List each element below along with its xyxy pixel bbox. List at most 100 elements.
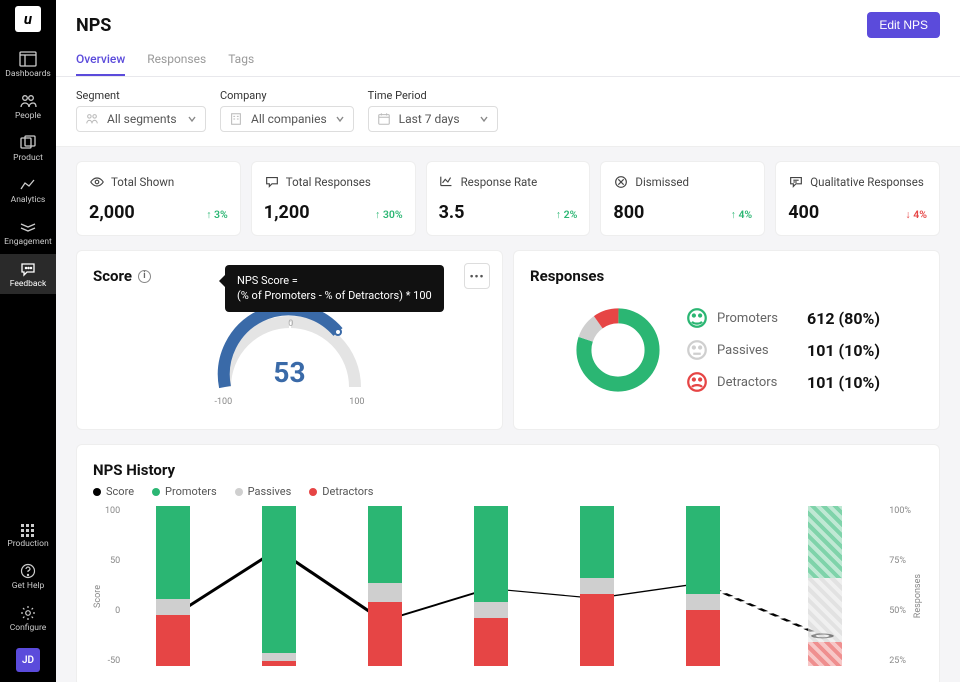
sidebar-item-configure[interactable]: Configure	[0, 598, 56, 638]
y-axis-left: 100500-50	[105, 506, 126, 666]
nav-label: Production	[7, 539, 48, 549]
score-panel: Score i NPS Score = (% of Promoters - % …	[76, 250, 503, 430]
gauge-mid: 0	[288, 319, 293, 329]
product-icon	[19, 135, 37, 151]
face-promoters-icon	[687, 308, 707, 328]
kpi-delta: ↓ 4%	[905, 208, 927, 221]
kpi-label: Response Rate	[461, 175, 538, 189]
nav-label: Feedback	[10, 279, 47, 289]
kpi-row: Total Shown 2,000↑ 3% Total Responses 1,…	[76, 161, 940, 236]
select-value: All segments	[107, 112, 177, 126]
kpi-label: Dismissed	[635, 175, 689, 189]
kpi-delta: ↑ 30%	[375, 208, 403, 221]
sidebar-item-engagement[interactable]: Engagement	[0, 212, 56, 252]
gauge-min: -100	[215, 397, 233, 407]
total-shown-icon	[89, 174, 105, 190]
nav-label: Product	[13, 153, 43, 163]
gauge-value: 53	[273, 356, 305, 389]
sidebar-item-feedback[interactable]: Feedback	[0, 254, 56, 294]
period-label: Time Period	[368, 89, 498, 102]
sidebar: u Dashboards People Product Analytics En…	[0, 0, 56, 682]
filter-bar: Segment All segments Company All compani…	[56, 77, 960, 147]
select-value: Last 7 days	[399, 112, 460, 126]
kpi-label: Total Responses	[286, 175, 371, 189]
response-value: 101 (10%)	[807, 341, 880, 360]
engagement-icon	[19, 219, 37, 235]
responses-panel: Responses Promoters 612 (80%) Passives 1…	[513, 250, 940, 430]
page-title: NPS	[76, 15, 111, 36]
chart-legend: Score Promoters Passives Detractors	[93, 485, 923, 498]
response-row-promoters: Promoters 612 (80%)	[687, 308, 880, 328]
kpi-label: Total Shown	[111, 175, 174, 189]
kpi-card-total-shown: Total Shown 2,000↑ 3%	[76, 161, 241, 236]
response-name: Passives	[717, 343, 797, 358]
kpi-value: 400	[788, 202, 819, 223]
nav-label: Configure	[10, 623, 47, 633]
sidebar-item-product[interactable]: Product	[0, 128, 56, 168]
kpi-label: Qualitative Responses	[810, 175, 924, 189]
face-passives-icon	[687, 340, 707, 360]
response-value: 612 (80%)	[807, 309, 880, 328]
more-menu-button[interactable]: •••	[464, 263, 490, 289]
select-value: All companies	[251, 112, 327, 126]
tab-tags[interactable]: Tags	[228, 52, 254, 76]
brand-logo[interactable]: u	[15, 6, 41, 32]
tab-responses[interactable]: Responses	[147, 52, 206, 76]
panel-heading: NPS History	[93, 461, 923, 479]
calendar-icon	[377, 112, 391, 126]
nav-label: Dashboards	[5, 69, 51, 79]
tabs: Overview Responses Tags	[76, 52, 940, 76]
segment-select[interactable]: All segments	[76, 106, 206, 132]
plot-area	[126, 506, 883, 666]
sidebar-item-people[interactable]: People	[0, 86, 56, 126]
chevron-down-icon	[187, 114, 197, 124]
response-name: Promoters	[717, 311, 797, 326]
sidebar-item-gethelp[interactable]: Get Help	[0, 556, 56, 596]
period-select[interactable]: Last 7 days	[368, 106, 498, 132]
kpi-card-response-rate: Response Rate 3.5↑ 2%	[426, 161, 591, 236]
feedback-icon	[19, 261, 37, 277]
sidebar-item-production[interactable]: Production	[0, 516, 56, 554]
kpi-card-qualitative: Qualitative Responses 400 ↓ 4%	[775, 161, 940, 236]
tab-overview[interactable]: Overview	[76, 52, 125, 76]
history-bar	[262, 506, 296, 666]
legend-item: Promoters	[165, 485, 217, 498]
response-value: 101 (10%)	[807, 373, 880, 392]
people-icon	[85, 112, 99, 126]
kpi-card-total-responses: Total Responses 1,200↑ 30%	[251, 161, 416, 236]
legend-item: Detractors	[322, 485, 373, 498]
nav-primary: Dashboards People Product Analytics Enga…	[0, 44, 56, 294]
legend-item: Score	[106, 485, 134, 498]
history-bar	[808, 506, 842, 666]
info-icon[interactable]: i	[138, 270, 151, 283]
company-select[interactable]: All companies	[220, 106, 354, 132]
response-name: Detractors	[717, 375, 797, 390]
dashboard-icon	[19, 51, 37, 67]
kpi-delta: ↑ 2%	[556, 208, 578, 221]
legend-item: Passives	[248, 485, 292, 498]
kpi-value: 2,000	[89, 202, 135, 223]
nav-label: People	[15, 111, 41, 121]
responses-list: Promoters 612 (80%) Passives 101 (10%) D…	[687, 308, 880, 392]
panel-heading: Score	[93, 267, 132, 285]
sidebar-item-analytics[interactable]: Analytics	[0, 170, 56, 210]
response-rate-icon	[439, 174, 455, 190]
avatar[interactable]: JD	[16, 648, 40, 672]
gear-icon	[20, 605, 36, 621]
kpi-card-dismissed: Dismissed 800↑ 4%	[600, 161, 765, 236]
company-label: Company	[220, 89, 354, 102]
total-responses-icon	[264, 174, 280, 190]
history-bar	[156, 506, 190, 666]
sidebar-item-dashboards[interactable]: Dashboards	[0, 44, 56, 84]
nav-secondary: Production Get Help Configure	[0, 516, 56, 638]
segment-label: Segment	[76, 89, 206, 102]
main: NPS Edit NPS Overview Responses Tags Seg…	[56, 0, 960, 682]
chevron-down-icon	[479, 114, 489, 124]
edit-nps-button[interactable]: Edit NPS	[867, 12, 940, 38]
kpi-value: 800	[613, 202, 644, 223]
qualitative-icon	[788, 174, 804, 190]
people-icon	[19, 93, 37, 109]
history-bar	[686, 506, 720, 666]
y-axis-title: Score	[93, 585, 103, 608]
face-detractors-icon	[687, 372, 707, 392]
